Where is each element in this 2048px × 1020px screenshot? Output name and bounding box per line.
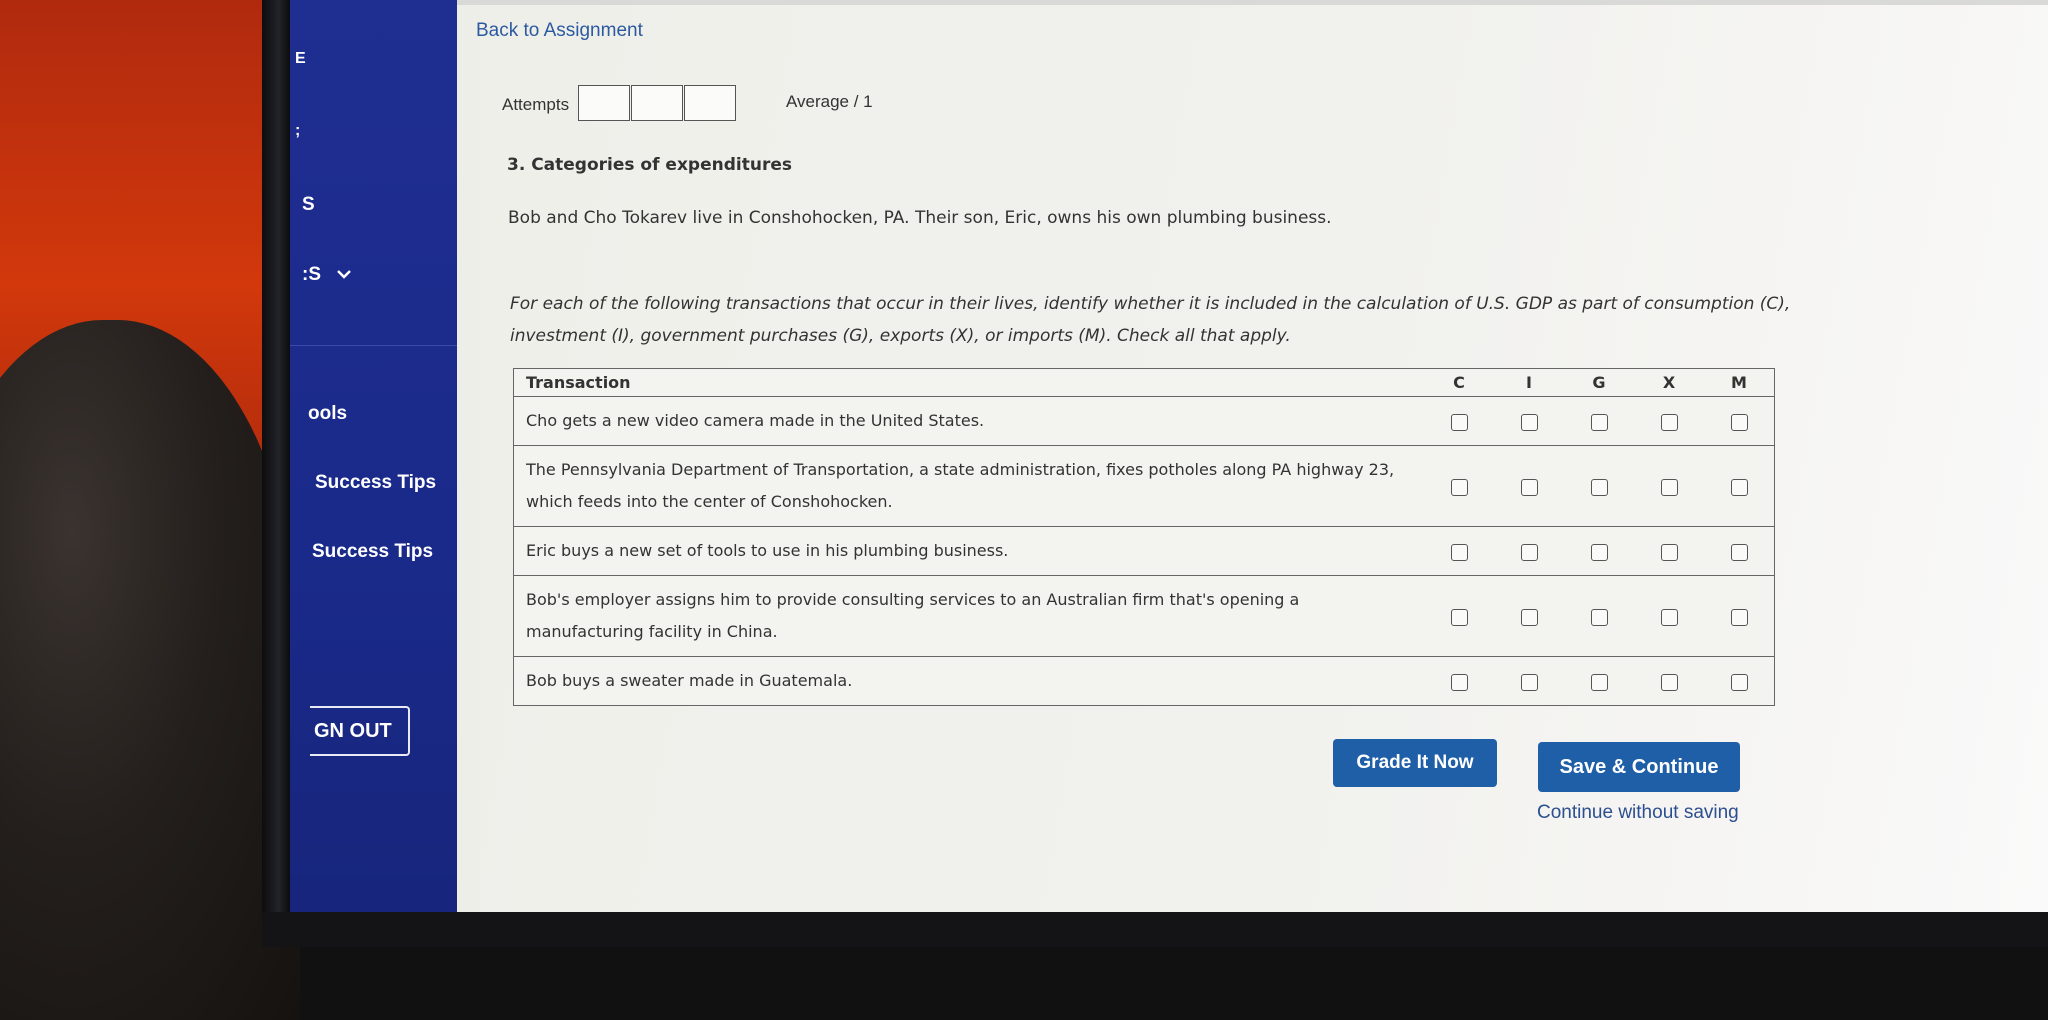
sidebar-item-partial[interactable]: ; [295, 122, 300, 140]
column-header-x: X [1634, 368, 1704, 397]
cell-m [1704, 526, 1775, 576]
checkbox-g[interactable] [1590, 608, 1608, 626]
cell-i [1494, 445, 1564, 527]
sign-out-button[interactable]: GN OUT [310, 706, 410, 756]
cell-g [1564, 656, 1634, 706]
grade-it-now-button[interactable]: Grade It Now [1333, 739, 1497, 787]
column-header-transaction: Transaction [513, 368, 1424, 397]
checkbox-i[interactable] [1520, 673, 1538, 691]
checkbox-g[interactable] [1590, 413, 1608, 431]
table-row: Bob buys a sweater made in Guatemala. [513, 656, 1775, 706]
chevron-down-icon [336, 264, 352, 286]
checkbox-m[interactable] [1730, 543, 1748, 561]
checkbox-m[interactable] [1730, 608, 1748, 626]
attempt-box [684, 85, 736, 121]
checkbox-g[interactable] [1590, 478, 1608, 496]
cell-x [1634, 445, 1704, 527]
cell-m [1704, 445, 1775, 527]
checkbox-m[interactable] [1730, 673, 1748, 691]
cell-c [1424, 526, 1494, 576]
checkbox-c[interactable] [1450, 543, 1468, 561]
cell-m [1704, 656, 1775, 706]
checkbox-x[interactable] [1660, 543, 1678, 561]
checkbox-x[interactable] [1660, 478, 1678, 496]
sidebar-item-success-tips-alt[interactable]: Success Tips [312, 541, 433, 563]
checkbox-c[interactable] [1450, 673, 1468, 691]
sidebar-item-s[interactable]: S [302, 194, 315, 216]
transaction-description: Cho gets a new video camera made in the … [513, 396, 1424, 446]
monitor-bezel [262, 0, 290, 947]
checkbox-c[interactable] [1450, 478, 1468, 496]
column-header-i: I [1494, 368, 1564, 397]
checkbox-i[interactable] [1520, 608, 1538, 626]
average-label: Average / 1 [786, 92, 873, 111]
sidebar-item-success-tips[interactable]: Success Tips [315, 472, 436, 494]
transactions-table: Transaction C I G X M Cho gets a new vid… [513, 368, 1775, 706]
question-instructions: For each of the following transactions t… [510, 294, 1791, 346]
checkbox-c[interactable] [1450, 608, 1468, 626]
back-to-assignment-link[interactable]: Back to Assignment [476, 20, 643, 42]
column-header-m: M [1704, 368, 1775, 397]
cell-g [1564, 396, 1634, 446]
cell-x [1634, 575, 1704, 657]
cell-g [1564, 445, 1634, 527]
continue-without-saving-link[interactable]: Continue without saving [1537, 802, 1739, 824]
checkbox-m[interactable] [1730, 413, 1748, 431]
save-and-continue-button[interactable]: Save & Continue [1538, 742, 1740, 792]
cell-c [1424, 575, 1494, 657]
sidebar: E ; S :S ools Success Tips Success Tips … [290, 0, 480, 912]
question-title: 3. Categories of expenditures [507, 155, 792, 175]
cell-c [1424, 396, 1494, 446]
checkbox-g[interactable] [1590, 543, 1608, 561]
table-row: The Pennsylvania Department of Transport… [513, 445, 1775, 527]
top-divider [457, 0, 2048, 5]
cell-g [1564, 526, 1634, 576]
cell-x [1634, 396, 1704, 446]
question-intro: Bob and Cho Tokarev live in Conshohocken… [508, 208, 1332, 228]
sidebar-item-e[interactable]: E [295, 50, 306, 68]
cell-i [1494, 526, 1564, 576]
table-row: Cho gets a new video camera made in the … [513, 396, 1775, 446]
checkbox-x[interactable] [1660, 608, 1678, 626]
transaction-description: Bob buys a sweater made in Guatemala. [513, 656, 1424, 706]
column-header-c: C [1424, 368, 1494, 397]
cell-g [1564, 575, 1634, 657]
content-edge [457, 5, 480, 912]
checkbox-i[interactable] [1520, 413, 1538, 431]
checkbox-i[interactable] [1520, 543, 1538, 561]
transaction-description: Eric buys a new set of tools to use in h… [513, 526, 1424, 576]
checkbox-x[interactable] [1660, 673, 1678, 691]
transaction-description: The Pennsylvania Department of Transport… [513, 445, 1424, 527]
cell-c [1424, 656, 1494, 706]
sidebar-item-dropdown-label: :S [302, 264, 321, 285]
cell-m [1704, 575, 1775, 657]
attempts-label: Attempts [502, 95, 570, 114]
cell-i [1494, 396, 1564, 446]
checkbox-x[interactable] [1660, 413, 1678, 431]
cell-x [1634, 526, 1704, 576]
checkbox-i[interactable] [1520, 478, 1538, 496]
sidebar-item-tools[interactable]: ools [308, 403, 347, 425]
sidebar-divider [290, 345, 460, 346]
sidebar-item-dropdown[interactable]: :S [302, 264, 352, 286]
cell-i [1494, 656, 1564, 706]
attempt-box [631, 85, 683, 121]
checkbox-m[interactable] [1730, 478, 1748, 496]
table-row: Eric buys a new set of tools to use in h… [513, 526, 1775, 576]
cell-i [1494, 575, 1564, 657]
column-header-g: G [1564, 368, 1634, 397]
transaction-description: Bob's employer assigns him to provide co… [513, 575, 1424, 657]
cell-x [1634, 656, 1704, 706]
checkbox-g[interactable] [1590, 673, 1608, 691]
attempt-box [578, 85, 630, 121]
monitor-bottom-bezel [262, 912, 2048, 947]
table-header-row: Transaction C I G X M [513, 368, 1775, 397]
table-row: Bob's employer assigns him to provide co… [513, 575, 1775, 657]
cell-m [1704, 396, 1775, 446]
cell-c [1424, 445, 1494, 527]
checkbox-c[interactable] [1450, 413, 1468, 431]
